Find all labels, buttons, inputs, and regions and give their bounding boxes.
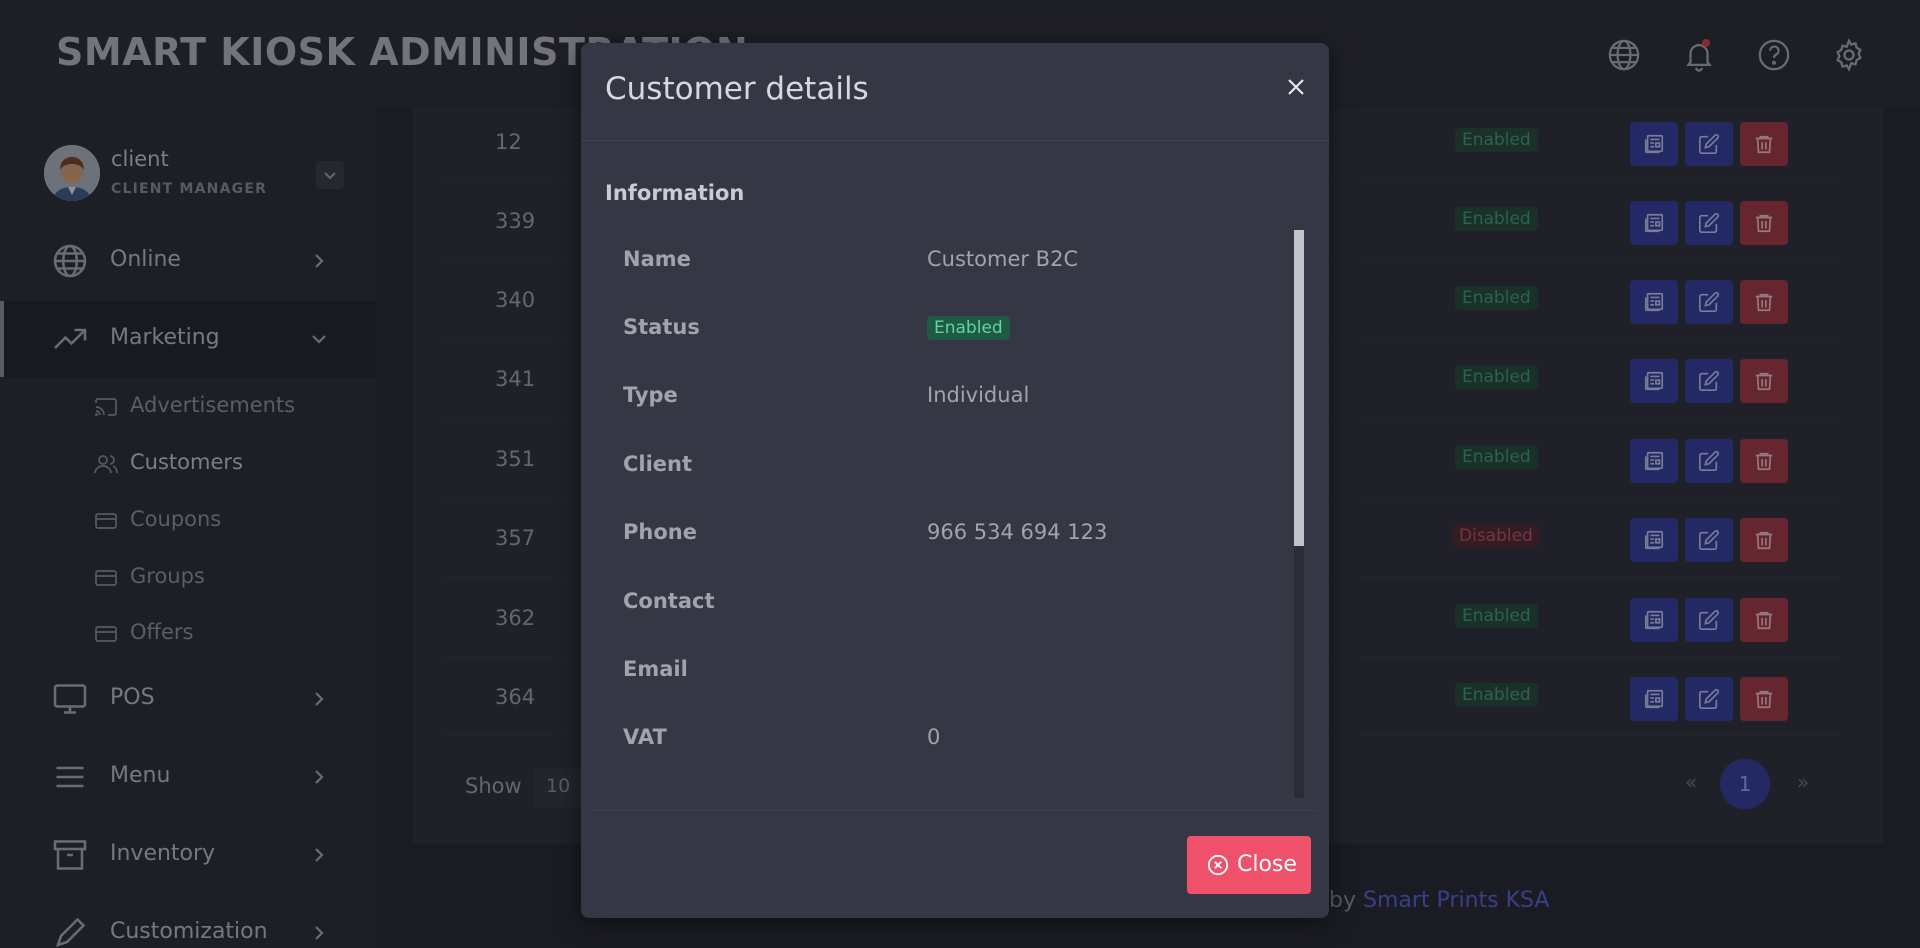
info-row-vat: VAT 0	[605, 707, 1285, 775]
information-list: Name Customer B2C Status Enabled Type In…	[605, 229, 1303, 799]
info-row-client: Client	[605, 434, 1285, 502]
section-title: Information	[605, 181, 745, 205]
close-icon[interactable]	[1284, 75, 1308, 99]
info-value: 966 534 694 123	[927, 520, 1108, 544]
info-row-name: Name Customer B2C	[605, 229, 1285, 297]
info-label: Client	[623, 452, 693, 476]
info-value: 0	[927, 725, 941, 749]
info-label: Name	[623, 247, 691, 271]
status-badge: Enabled	[927, 316, 1010, 340]
info-row-status: Status Enabled	[605, 297, 1285, 365]
info-label: Type	[623, 383, 678, 407]
info-row-email: Email	[605, 639, 1285, 707]
info-label: Email	[623, 657, 688, 681]
divider	[581, 140, 1329, 141]
close-button[interactable]: Close	[1187, 836, 1311, 894]
close-circle-icon	[1207, 854, 1229, 876]
divider	[593, 810, 1317, 811]
customer-details-modal: Customer details Information Name Custom…	[581, 43, 1329, 918]
info-row-contact: Contact	[605, 571, 1285, 639]
info-label: Status	[623, 315, 700, 339]
info-value: Individual	[927, 383, 1030, 407]
info-row-phone: Phone 966 534 694 123	[605, 502, 1285, 570]
info-row-type: Type Individual	[605, 365, 1285, 433]
modal-title: Customer details	[605, 71, 869, 107]
info-value: Customer B2C	[927, 247, 1079, 271]
info-label: VAT	[623, 725, 667, 749]
modal-scrollbar-thumb[interactable]	[1294, 230, 1304, 546]
info-label: Phone	[623, 520, 697, 544]
info-label: Contact	[623, 589, 715, 613]
close-button-label: Close	[1237, 852, 1297, 877]
